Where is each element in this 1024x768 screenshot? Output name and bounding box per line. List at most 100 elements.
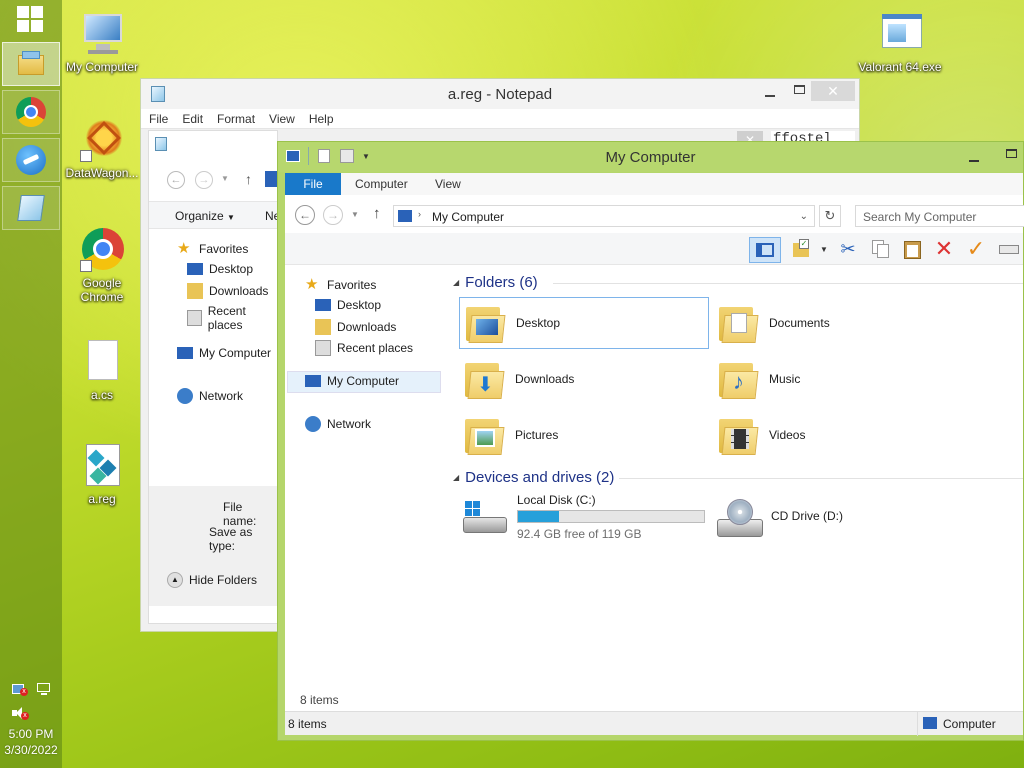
pictures-folder-icon: [463, 415, 507, 455]
explorer-title-bar[interactable]: ▼ My Computer: [278, 142, 1023, 172]
nav-label: Recent places: [337, 341, 414, 355]
taskbar-file-explorer[interactable]: [2, 42, 60, 86]
nav-label: Desktop: [337, 298, 382, 312]
nav-label: My Computer: [327, 374, 400, 388]
desktop-icon-valorant[interactable]: Valorant 64.exe: [858, 10, 942, 74]
folder-desktop[interactable]: Desktop: [459, 297, 709, 349]
recent-locations-chevron-icon[interactable]: ▼: [351, 210, 359, 219]
dialog-nav-recent[interactable]: Recent places: [187, 304, 277, 332]
address-input[interactable]: › My Computer ⌄: [393, 205, 815, 227]
dialog-nav-favorites[interactable]: ★ Favorites: [177, 241, 248, 257]
command-toolbar: ✓ ▼ ✂ ✕ ✓: [285, 233, 1023, 265]
drives-group-header[interactable]: ◢ Devices and drives (2): [453, 469, 614, 486]
music-folder-icon: ♪: [717, 359, 761, 399]
search-input[interactable]: Search My Computer: [855, 205, 1024, 227]
drive-cd-d[interactable]: CD Drive (D:): [713, 491, 963, 543]
collapse-triangle-icon: ◢: [453, 473, 460, 482]
desktop-icon-areg[interactable]: a.reg: [62, 442, 142, 506]
windows-logo-tile: [31, 6, 43, 18]
nav-favorites[interactable]: ★ Favorites: [305, 277, 376, 293]
desktop-icon: [187, 263, 203, 275]
chevron-down-icon[interactable]: ▼: [221, 174, 229, 183]
menu-help[interactable]: Help: [309, 109, 334, 128]
rename-check-icon[interactable]: ✓: [965, 238, 987, 260]
forward-arrow-icon[interactable]: →: [195, 171, 213, 189]
desktop-icon-my-computer[interactable]: My Computer: [62, 10, 142, 74]
folders-group-header[interactable]: ◢ Folders (6): [453, 274, 538, 291]
star-icon: ★: [305, 276, 319, 293]
notepad-title-bar[interactable]: a.reg - Notepad ✕: [141, 79, 859, 109]
desktop-folder-icon: [464, 303, 508, 343]
copy-icon[interactable]: [869, 238, 891, 260]
taskbar-chrome[interactable]: [2, 90, 60, 134]
hide-folders-button[interactable]: ▲ Hide Folders: [167, 572, 257, 588]
taskbar-notepad[interactable]: [2, 186, 60, 230]
folder-documents[interactable]: Documents: [713, 297, 963, 349]
taskbar-app[interactable]: [2, 138, 60, 182]
delete-icon[interactable]: ✕: [933, 238, 955, 260]
clock-date[interactable]: 3/30/2022: [0, 743, 62, 758]
preview-pane-button[interactable]: [749, 237, 781, 263]
up-arrow-icon[interactable]: ↑: [245, 171, 252, 187]
nav-my-computer[interactable]: My Computer: [305, 374, 399, 388]
menu-edit[interactable]: Edit: [182, 109, 203, 128]
dialog-nav-desktop[interactable]: Desktop: [187, 262, 253, 276]
dialog-nav-my-computer[interactable]: My Computer: [177, 346, 271, 360]
desktop-icon-acs[interactable]: a.cs: [62, 338, 142, 402]
action-center-icon[interactable]: [36, 682, 52, 696]
nav-desktop[interactable]: Desktop: [315, 298, 381, 312]
clock-time[interactable]: 5:00 PM: [0, 727, 62, 742]
address-dropdown-icon[interactable]: ⌄: [800, 211, 808, 222]
chevron-down-icon[interactable]: ▼: [820, 245, 828, 254]
network-error-icon[interactable]: x: [12, 682, 28, 696]
tab-file[interactable]: File: [285, 173, 341, 195]
tab-computer[interactable]: Computer: [355, 173, 408, 195]
menu-format[interactable]: Format: [217, 109, 255, 128]
up-arrow-icon[interactable]: ↑: [373, 205, 381, 222]
minimize-icon[interactable]: [969, 160, 979, 162]
file-icon: [78, 338, 126, 386]
properties-checklist-icon[interactable]: ✓: [791, 239, 813, 261]
start-button[interactable]: [17, 6, 45, 34]
map-drive-icon[interactable]: [997, 241, 1019, 263]
folder-pictures[interactable]: Pictures: [459, 409, 709, 461]
cut-icon[interactable]: ✂: [837, 238, 859, 260]
minimize-icon[interactable]: [765, 95, 775, 97]
folder-downloads[interactable]: ⬇ Downloads: [459, 353, 709, 405]
volume-muted-icon[interactable]: x: [12, 706, 29, 720]
drive-free-space: 92.4 GB free of 119 GB: [517, 527, 642, 541]
folder-music[interactable]: ♪ Music: [713, 353, 963, 405]
menu-file[interactable]: File: [149, 109, 168, 128]
windows-logo-tile: [17, 20, 29, 32]
maximize-icon[interactable]: [794, 85, 805, 94]
chevron-down-icon: ▼: [227, 213, 235, 222]
address-bar-row: ← → ▼ ↑ › My Computer ⌄ ↻ Search My Comp…: [285, 195, 1024, 233]
nav-downloads[interactable]: Downloads: [315, 319, 396, 335]
menu-view[interactable]: View: [269, 109, 295, 128]
organize-label: Organize: [175, 209, 224, 223]
folder-videos[interactable]: Videos: [713, 409, 963, 461]
paste-icon[interactable]: [901, 238, 923, 260]
back-arrow-icon[interactable]: ←: [295, 205, 315, 225]
close-button[interactable]: ✕: [811, 81, 855, 101]
dialog-nav-downloads[interactable]: Downloads: [187, 283, 268, 299]
maximize-icon[interactable]: [1006, 149, 1017, 158]
drive-local-disk-c[interactable]: Local Disk (C:) 92.4 GB free of 119 GB: [459, 491, 709, 543]
folder-label: Downloads: [515, 372, 575, 386]
drives-header-label: Devices and drives (2): [465, 469, 615, 486]
desktop-icon-google-chrome[interactable]: Google Chrome: [62, 226, 142, 304]
folder-label: Desktop: [516, 316, 561, 330]
nav-network[interactable]: Network: [305, 416, 371, 432]
forward-arrow-icon[interactable]: →: [323, 205, 343, 225]
chevron-right-icon[interactable]: ›: [418, 209, 421, 219]
drive-name: Local Disk (C:): [517, 493, 596, 507]
desktop-icon-label: DataWagon...: [65, 166, 139, 180]
desktop-icon-datawagon[interactable]: DataWagon...: [62, 116, 142, 180]
app-icon: [16, 145, 46, 175]
back-arrow-icon[interactable]: ←: [167, 171, 185, 189]
organize-button[interactable]: Organize ▼: [175, 209, 235, 223]
nav-recent-places[interactable]: Recent places: [315, 340, 413, 356]
refresh-icon[interactable]: ↻: [819, 205, 841, 227]
dialog-nav-network[interactable]: Network: [177, 388, 243, 404]
tab-view[interactable]: View: [435, 173, 461, 195]
